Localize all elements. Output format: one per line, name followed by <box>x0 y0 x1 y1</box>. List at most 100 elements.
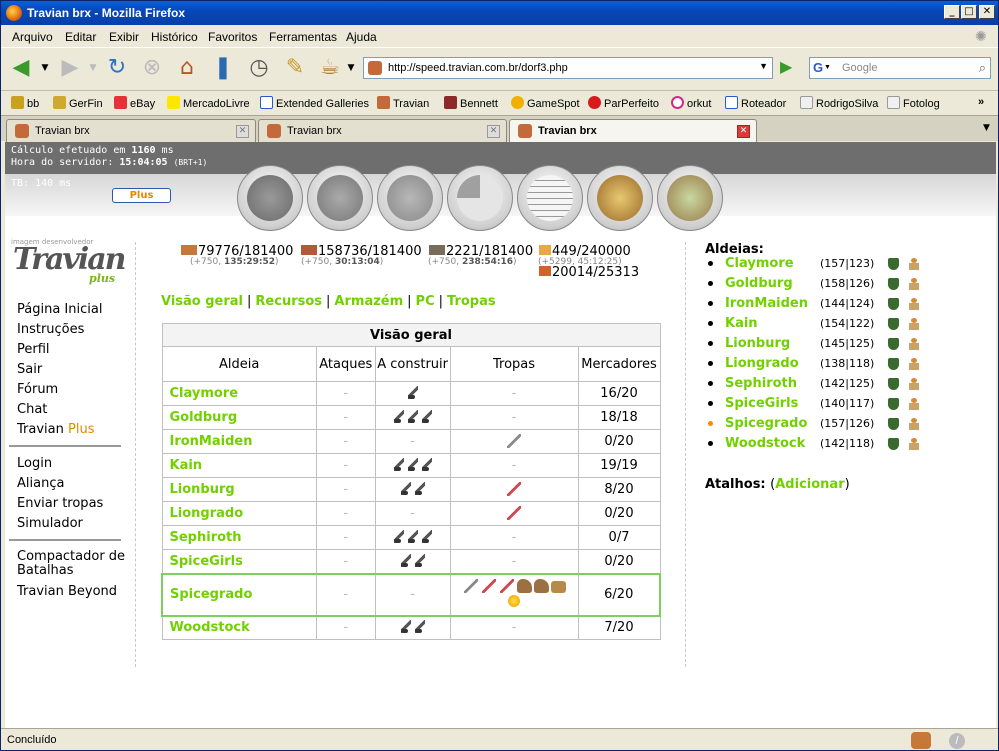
construction-hammer-icon[interactable] <box>407 410 418 423</box>
village-center-icon[interactable] <box>307 165 373 231</box>
send-merchants-icon[interactable] <box>908 398 920 410</box>
send-troops-icon[interactable] <box>888 358 899 370</box>
village-list-item[interactable]: Goldburg (158|126) <box>705 274 995 294</box>
village-list-item[interactable]: Lionburg (145|125) <box>705 334 995 354</box>
send-troops-icon[interactable] <box>888 398 899 410</box>
cup-dropdown-icon[interactable]: ▼ <box>345 54 357 82</box>
construction-hammer-icon[interactable] <box>414 553 425 567</box>
send-troops-icon[interactable] <box>888 418 899 430</box>
nav-login[interactable]: Login <box>17 456 52 471</box>
nav-perfil[interactable]: Perfil <box>17 342 50 357</box>
submenu-armazem[interactable]: Armazém <box>334 294 403 309</box>
construction-hammer-icon[interactable] <box>421 410 432 423</box>
village-link[interactable]: Sephiroth <box>725 376 797 391</box>
menu-favoritos[interactable]: Favoritos <box>208 30 257 44</box>
google-engine-icon[interactable]: G <box>813 60 823 75</box>
village-link[interactable]: Lionburg <box>725 336 790 351</box>
village-link[interactable]: Goldburg <box>725 276 793 291</box>
bookmarks-overflow-icon[interactable]: » <box>978 96 984 108</box>
send-troops-icon[interactable] <box>888 438 899 450</box>
plus-button[interactable]: Plus <box>112 188 171 203</box>
construction-hammer-icon[interactable] <box>400 620 411 634</box>
add-shortcut-link[interactable]: Adicionar <box>775 477 844 492</box>
construction-hammer-icon[interactable] <box>393 410 404 423</box>
construction-hammer-icon[interactable] <box>421 530 432 543</box>
menu-arquivo[interactable]: Arquivo <box>12 30 53 44</box>
close-button[interactable]: ✕ <box>979 5 995 19</box>
tab-list-icon[interactable]: ▼ <box>983 123 990 133</box>
nav-simulador[interactable]: Simulador <box>17 516 83 531</box>
nav-travian-plus[interactable]: Travian Plus <box>17 422 94 437</box>
row-village-name[interactable]: Claymore <box>161 381 317 406</box>
construction-hammer-icon[interactable] <box>407 386 418 399</box>
bookmark-bennett[interactable]: Bennett <box>444 96 498 110</box>
send-troops-icon[interactable] <box>888 278 899 290</box>
send-troops-icon[interactable] <box>888 298 899 310</box>
bookmark-bb[interactable]: bb <box>11 96 39 110</box>
nav-instrucoes[interactable]: Instruções <box>17 322 84 337</box>
sword-red-icon[interactable] <box>481 578 496 593</box>
bookmark-rodrigosilva[interactable]: RodrigoSilva <box>800 96 878 110</box>
send-merchants-icon[interactable] <box>908 258 920 270</box>
sword-icon[interactable] <box>507 433 522 448</box>
send-troops-icon[interactable] <box>888 338 899 350</box>
village-link[interactable]: Spicegrado <box>725 416 807 431</box>
security-icon[interactable]: / <box>949 733 965 749</box>
row-village-name[interactable]: Kain <box>161 453 317 478</box>
hero-icon[interactable] <box>508 594 521 607</box>
tab-3-active[interactable]: Travian brx ✕ <box>509 119 757 142</box>
village-list-item[interactable]: Sephiroth (142|125) <box>705 374 995 394</box>
send-troops-icon[interactable] <box>888 318 899 330</box>
construction-hammer-icon[interactable] <box>414 620 425 634</box>
submenu-tropas[interactable]: Tropas <box>447 294 496 309</box>
back-icon[interactable]: ◀ <box>7 54 35 82</box>
row-village-name[interactable]: IronMaiden <box>161 429 317 454</box>
back-dropdown-icon[interactable]: ▼ <box>39 54 51 82</box>
sword-red-icon[interactable] <box>507 481 522 496</box>
nav-compactador[interactable]: Compactador de Batalhas <box>17 550 131 578</box>
bookmark-mercadolivre[interactable]: MercadoLivre <box>167 96 250 110</box>
village-overview-icon[interactable] <box>237 165 303 231</box>
village-link[interactable]: Woodstock <box>725 436 805 451</box>
addon-icon[interactable] <box>911 732 931 749</box>
tab-close-icon[interactable]: ✕ <box>737 125 750 138</box>
construction-hammer-icon[interactable] <box>393 458 404 471</box>
reload-icon[interactable]: ↻ <box>103 54 131 82</box>
send-troops-icon[interactable] <box>888 258 899 270</box>
history-icon[interactable]: ◷ <box>245 54 273 82</box>
village-list-item[interactable]: Woodstock (142|118) <box>705 434 995 454</box>
row-village-name[interactable]: SpiceGirls <box>161 549 317 574</box>
construction-hammer-icon[interactable] <box>407 458 418 471</box>
submenu-pc[interactable]: PC <box>416 294 435 309</box>
nav-travian-beyond[interactable]: Travian Beyond <box>17 584 117 599</box>
construction-hammer-icon[interactable] <box>400 553 411 567</box>
village-link[interactable]: SpiceGirls <box>725 396 798 411</box>
bookmarks-icon[interactable]: ❚ <box>209 54 237 82</box>
forward-dropdown-icon[interactable]: ▼ <box>87 54 99 82</box>
row-village-name[interactable]: Woodstock <box>161 615 317 640</box>
bookmark-fotolog[interactable]: Fotolog <box>887 96 940 110</box>
bookmark-travian[interactable]: Travian <box>377 96 429 110</box>
row-village-name[interactable]: Sephiroth <box>161 525 317 550</box>
bookmark-roteador[interactable]: Roteador <box>725 96 786 110</box>
bookmark-gamespot[interactable]: GameSpot <box>511 96 580 110</box>
catapult-icon[interactable] <box>550 580 566 593</box>
tab-1[interactable]: Travian brx ✕ <box>6 119 256 142</box>
village-builder-icon[interactable] <box>657 165 723 231</box>
row-village-name[interactable]: Goldburg <box>161 405 317 430</box>
menu-exibir[interactable]: Exibir <box>109 30 139 44</box>
sword-red-icon[interactable] <box>499 578 514 593</box>
minimize-button[interactable]: _ <box>944 5 960 19</box>
search-icon[interactable]: ⌕ <box>979 60 986 76</box>
village-link[interactable]: Liongrado <box>725 356 799 371</box>
nav-forum[interactable]: Fórum <box>17 382 58 397</box>
nav-enviar-tropas[interactable]: Enviar tropas <box>17 496 103 511</box>
address-dropdown-icon[interactable]: ▼ <box>759 61 768 71</box>
edit-icon[interactable]: ✎ <box>281 54 309 82</box>
row-village-name[interactable]: Liongrado <box>161 501 317 526</box>
search-box[interactable]: G ▼ Google ⌕ <box>809 57 991 79</box>
sword-red-icon[interactable] <box>507 505 522 520</box>
construction-hammer-icon[interactable] <box>400 482 411 495</box>
send-merchants-icon[interactable] <box>908 378 920 390</box>
send-merchants-icon[interactable] <box>908 438 920 450</box>
